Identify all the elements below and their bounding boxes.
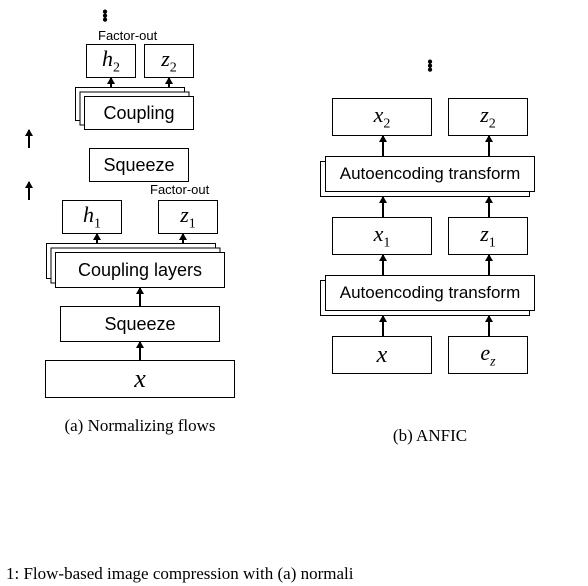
row-h2-z2: h2 z2 <box>86 44 194 78</box>
box-x-input-b: x <box>332 336 432 374</box>
box-x-input-a: x <box>45 360 235 398</box>
box-z1: z1 <box>158 200 218 234</box>
diagram-normalizing-flows: ••• Factor-out h2 z2 Coupling <box>30 10 250 436</box>
label-factor-out-top: Factor-out <box>98 28 157 43</box>
caption-b: (b) ANFIC <box>393 426 467 446</box>
box-autoenc-bottom: Autoencoding transform <box>325 275 535 311</box>
box-x2: x2 <box>332 98 432 136</box>
box-autoenc-top: Autoencoding transform <box>325 156 535 192</box>
vdots-icon: ••• <box>102 10 108 22</box>
box-z2-b: z2 <box>448 98 528 136</box>
box-h1: h1 <box>62 200 122 234</box>
figure-caption-fragment: 1: Flow-based image compression with (a)… <box>6 564 353 584</box>
arrow-icon <box>28 130 30 148</box>
box-x1: x1 <box>332 217 432 255</box>
row-x1-z1: x1 z1 <box>332 217 528 255</box>
box-squeeze-bottom: Squeeze <box>60 306 220 342</box>
row-h1-z1: h1 z1 <box>62 200 218 234</box>
box-h2: h2 <box>86 44 136 78</box>
caption-a: (a) Normalizing flows <box>64 416 215 436</box>
arrow-icon <box>28 182 30 200</box>
box-coupling-layers: Coupling layers <box>55 252 225 288</box>
label-factor-out-mid: Factor-out <box>150 182 209 197</box>
vdots-icon: ••• <box>427 60 433 72</box>
row-x-ez: x ez <box>332 336 528 374</box>
arrow-icon <box>139 342 141 360</box>
diagram-anfic: ••• x2 z2 Autoencoding transform <box>300 60 560 446</box>
box-ez: ez <box>448 336 528 374</box>
arrow-icon <box>139 288 141 306</box>
box-coupling-stack-top: Coupling <box>84 96 194 130</box>
row-x2-z2: x2 z2 <box>332 98 528 136</box>
box-squeeze-top: Squeeze <box>89 148 189 182</box>
box-z2: z2 <box>144 44 194 78</box>
box-z1-b: z1 <box>448 217 528 255</box>
